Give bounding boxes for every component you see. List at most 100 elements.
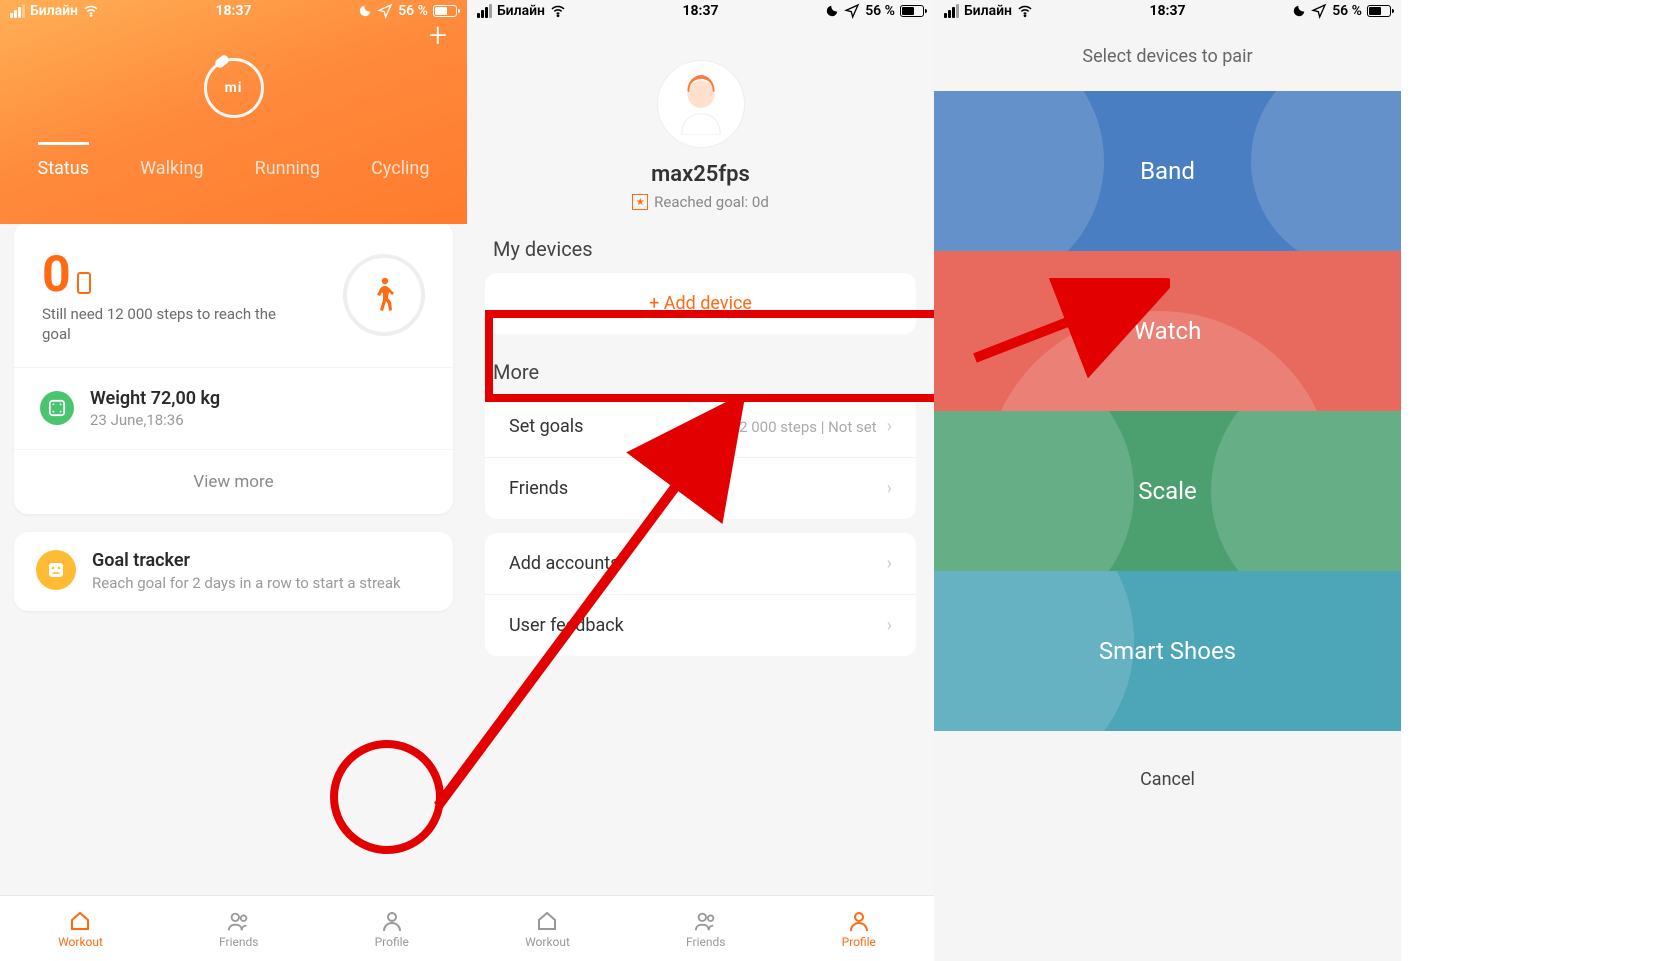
set-goals-value: 12 000 steps | Not set (731, 418, 877, 436)
friends-icon (694, 909, 718, 933)
weight-row[interactable]: Weight 72,00 kg 23 June,18:36 (14, 367, 453, 449)
tabbar-profile[interactable]: Profile (375, 909, 409, 949)
hero-header: Билайн 18:37 56 % + mi Status Walking Ru… (0, 0, 467, 224)
pair-scale-label: Scale (1138, 477, 1196, 505)
battery-icon (900, 5, 924, 17)
wifi-icon (83, 3, 99, 19)
moon-icon (358, 4, 372, 18)
location-icon (377, 3, 393, 19)
tab-running[interactable]: Running (255, 158, 320, 187)
friends-icon (227, 909, 251, 933)
walking-ring (343, 254, 425, 336)
signal-icon (944, 4, 959, 18)
activity-tabs: Status Walking Running Cycling (0, 158, 467, 187)
view-more-button[interactable]: View more (14, 449, 453, 514)
step-count: 0 (42, 246, 282, 304)
tab-status[interactable]: Status (38, 158, 89, 187)
row-friends[interactable]: Friends › (485, 458, 916, 519)
battery-percent: 56 % (398, 3, 428, 19)
profile-icon (847, 909, 871, 933)
screen-pair-devices: Билайн 18:37 56 % Select devices to pair… (934, 0, 1401, 961)
tab-bar: Workout Friends Profile (467, 895, 934, 961)
scale-icon (40, 391, 74, 425)
star-icon: ★ (632, 194, 648, 210)
username: max25fps (467, 162, 934, 187)
goal-tracker-card[interactable]: Goal tracker Reach goal for 2 days in a … (14, 532, 453, 612)
carrier-label: Билайн (30, 3, 78, 19)
avatar[interactable] (657, 60, 745, 148)
tab-walking[interactable]: Walking (140, 158, 203, 187)
more-card-1: Set goals 12 000 steps | Not set › Friend… (485, 396, 916, 519)
tabbar-friends-label: Friends (686, 935, 725, 949)
chevron-right-icon: › (887, 416, 892, 437)
pair-watch-label: Watch (1134, 317, 1202, 345)
wifi-icon (1017, 3, 1033, 19)
user-feedback-label: User feedback (509, 615, 624, 636)
annotation-circle (330, 740, 444, 854)
clock: 18:37 (215, 3, 251, 19)
steps-card[interactable]: 0 Still need 12 000 steps to reach the g… (14, 222, 453, 514)
step-hint: Still need 12 000 steps to reach the goa… (42, 304, 282, 345)
section-my-devices: My devices (467, 211, 934, 273)
row-set-goals[interactable]: Set goals 12 000 steps | Not set › (485, 396, 916, 458)
tabbar-workout[interactable]: Workout (58, 909, 103, 949)
battery-percent: 56 % (865, 3, 895, 19)
tabbar-workout-label: Workout (58, 935, 103, 949)
tabbar-friends[interactable]: Friends (219, 909, 258, 949)
weight-date: 23 June,18:36 (90, 411, 220, 429)
wifi-icon (550, 3, 566, 19)
goal-badge-row: ★ Reached goal: 0d (467, 193, 934, 211)
moon-icon (825, 4, 839, 18)
pair-band-label: Band (1140, 157, 1195, 185)
pair-list: Band Watch Scale Smart Shoes (934, 91, 1401, 731)
tabbar-friends-label: Friends (219, 935, 258, 949)
status-bar: Билайн 18:37 56 % (934, 0, 1401, 22)
home-icon (535, 909, 559, 933)
more-card-2: Add accounts › User feedback › (485, 533, 916, 656)
carrier-label: Билайн (497, 3, 545, 19)
carrier-label: Билайн (964, 3, 1012, 19)
pair-scale[interactable]: Scale (934, 411, 1401, 571)
battery-percent: 56 % (1332, 3, 1362, 19)
location-icon (1311, 3, 1327, 19)
walking-icon (372, 277, 396, 313)
reached-goal-text: Reached goal: 0d (654, 193, 769, 211)
location-icon (844, 3, 860, 19)
pair-watch[interactable]: Watch (934, 251, 1401, 411)
cancel-button[interactable]: Cancel (934, 731, 1401, 828)
home-icon (68, 909, 92, 933)
chevron-right-icon: › (887, 478, 892, 499)
row-add-accounts[interactable]: Add accounts › (485, 533, 916, 595)
tabbar-friends[interactable]: Friends (686, 909, 725, 949)
mi-logo: mi (204, 58, 264, 118)
annotation-box (485, 310, 934, 402)
moon-icon (1292, 4, 1306, 18)
clock: 18:37 (1149, 3, 1185, 19)
signal-icon (477, 4, 492, 18)
profile-icon (380, 909, 404, 933)
pair-title: Select devices to pair (934, 22, 1401, 91)
goal-icon (36, 550, 76, 590)
clock: 18:37 (682, 3, 718, 19)
pair-shoes[interactable]: Smart Shoes (934, 571, 1401, 731)
tabbar-workout-label: Workout (525, 935, 570, 949)
pair-band[interactable]: Band (934, 91, 1401, 251)
battery-icon (433, 5, 457, 17)
goal-tracker-title: Goal tracker (92, 550, 401, 571)
chevron-right-icon: › (887, 553, 892, 574)
tabbar-profile[interactable]: Profile (842, 909, 876, 949)
tab-bar: Workout Friends Profile (0, 895, 467, 961)
row-user-feedback[interactable]: User feedback › (485, 595, 916, 656)
goal-tracker-subtitle: Reach goal for 2 days in a row to start … (92, 574, 401, 594)
add-accounts-label: Add accounts (509, 553, 619, 574)
tabbar-profile-label: Profile (842, 935, 876, 949)
chevron-right-icon: › (887, 615, 892, 636)
signal-icon (10, 4, 25, 18)
screen-profile: Билайн 18:37 56 % max25fps ★ Reached goa… (467, 0, 934, 961)
tab-cycling[interactable]: Cycling (371, 158, 429, 187)
screen-workout: Билайн 18:37 56 % + mi Status Walking Ru… (0, 0, 467, 961)
tabbar-workout[interactable]: Workout (525, 909, 570, 949)
friends-label: Friends (509, 478, 568, 499)
set-goals-label: Set goals (509, 416, 583, 437)
pair-shoes-label: Smart Shoes (1099, 637, 1236, 665)
